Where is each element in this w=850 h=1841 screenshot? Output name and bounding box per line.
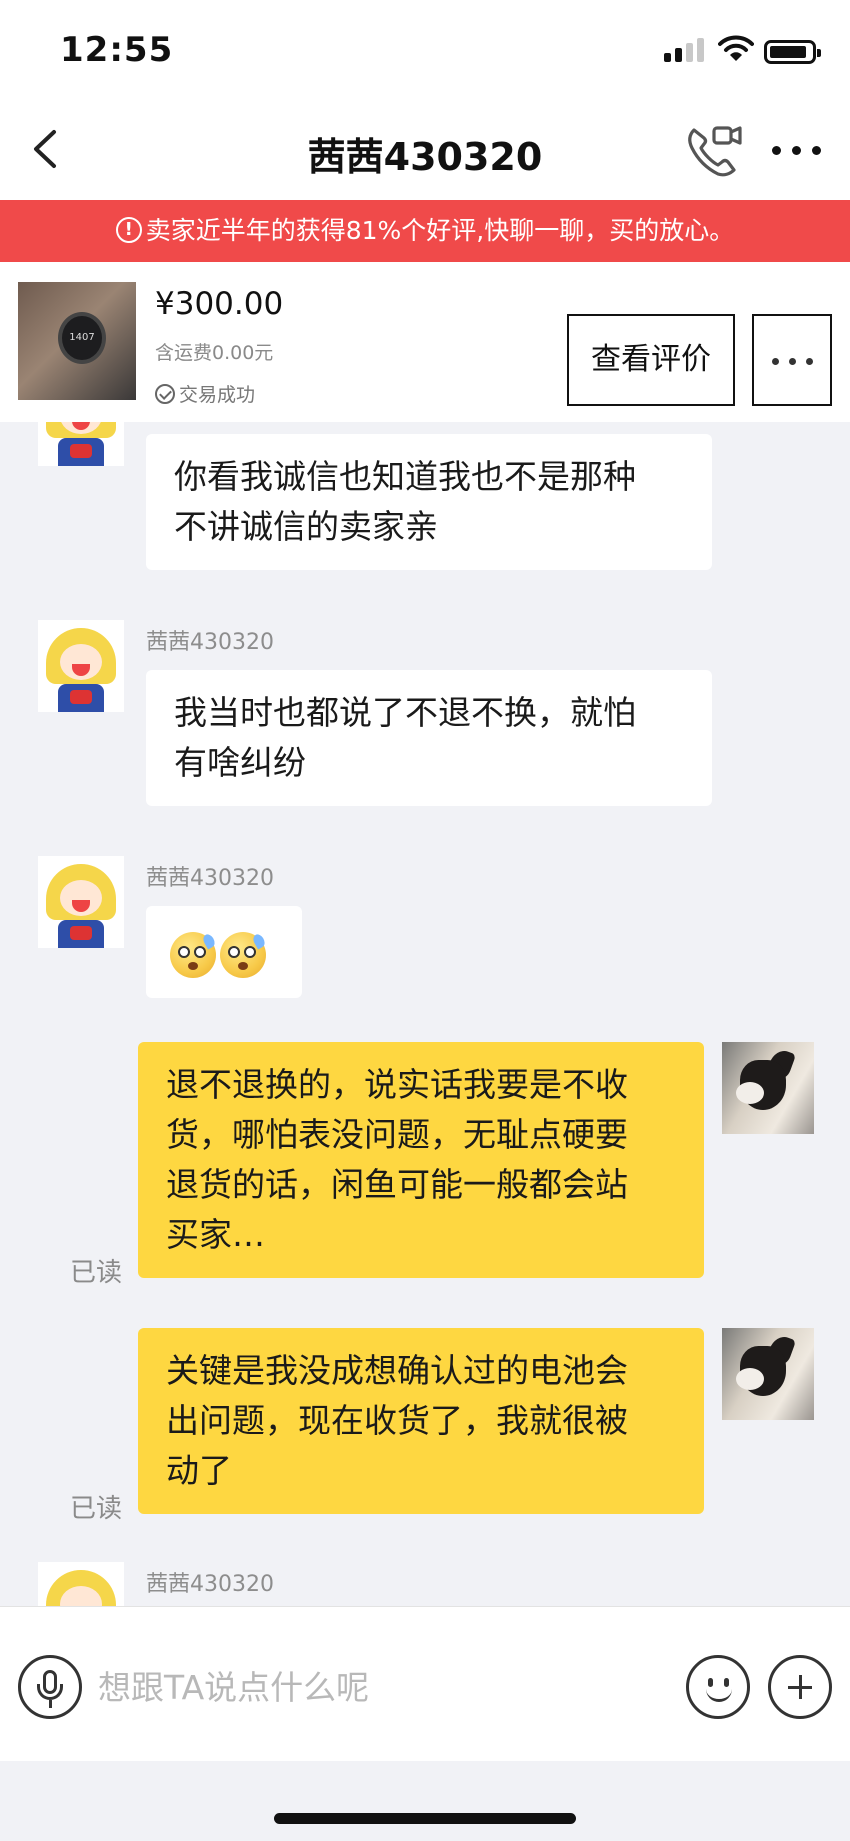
flushed-sweat-emoji-icon xyxy=(220,931,267,978)
message-line: 有啥纠纷 xyxy=(174,743,306,782)
more-icon[interactable] xyxy=(768,132,824,168)
plus-icon[interactable] xyxy=(768,1655,832,1719)
product-shipping: 含运费0.00元 xyxy=(155,342,274,364)
input-bar xyxy=(0,1606,850,1761)
smiley-icon[interactable] xyxy=(686,1655,750,1719)
my-message-bubble[interactable]: 关键是我没成想确认过的电池会 出问题，现在收货了，我就很被 动了 xyxy=(138,1328,704,1514)
my-avatar[interactable] xyxy=(722,1042,814,1134)
seller-avatar[interactable] xyxy=(38,856,124,948)
message-line: 你看我诚信也知道我也不是那种 xyxy=(174,457,636,496)
message-line: 买家… xyxy=(166,1215,265,1254)
message-line: 货，哪怕表没问题，无耻点硬要 xyxy=(166,1115,628,1154)
status-bar: 12:55 xyxy=(0,0,850,102)
read-receipt: 已读 xyxy=(70,1258,123,1288)
watch-face: 1407 xyxy=(58,312,106,364)
microphone-icon[interactable] xyxy=(18,1655,82,1719)
product-card[interactable]: 1407 ¥300.00 含运费0.00元 交易成功 查看评价 xyxy=(0,262,850,422)
message-line: 不讲诚信的卖家亲 xyxy=(174,507,438,546)
check-circle-icon xyxy=(155,383,175,404)
battery-icon xyxy=(764,40,821,64)
cellular-signal-icon xyxy=(664,38,706,62)
product-image[interactable]: 1407 xyxy=(18,282,136,400)
message-line: 出问题，现在收货了，我就很被 xyxy=(166,1401,628,1440)
seller-avatar[interactable] xyxy=(38,422,124,466)
message-input[interactable] xyxy=(98,1659,658,1715)
sender-name: 茜茜430320 xyxy=(146,1572,274,1597)
message-line: 退货的话，闲鱼可能一般都会站 xyxy=(166,1165,628,1204)
sender-name: 茜茜430320 xyxy=(146,866,274,891)
sender-name: 茜茜430320 xyxy=(146,630,274,655)
flushed-sweat-emoji-icon xyxy=(170,931,217,978)
chat-title: 茜茜430320 xyxy=(307,135,543,179)
status-time: 12:55 xyxy=(60,30,174,70)
emoji-message-bubble[interactable] xyxy=(146,906,302,998)
trade-status-label: 交易成功 xyxy=(179,384,256,406)
home-indicator[interactable] xyxy=(274,1813,576,1824)
notice-text: 卖家近半年的获得81%个好评,快聊一聊，买的放心。 xyxy=(145,216,735,245)
my-avatar[interactable] xyxy=(722,1328,814,1420)
message-line: 我当时也都说了不退不换，就怕 xyxy=(174,693,636,732)
seller-avatar[interactable] xyxy=(38,620,124,712)
home-area xyxy=(0,1761,850,1841)
trade-status: 交易成功 xyxy=(155,380,255,407)
chat-message-list[interactable]: 你看我诚信也知道我也不是那种 不讲诚信的卖家亲 茜茜430320 我当时也都说了… xyxy=(0,422,850,1606)
product-price: ¥300.00 xyxy=(155,286,284,322)
nav-bar: 茜茜430320 xyxy=(0,102,850,200)
video-call-icon[interactable] xyxy=(684,120,744,180)
card-more-button[interactable] xyxy=(752,314,832,406)
message-line: 关键是我没成想确认过的电池会 xyxy=(166,1351,628,1390)
message-bubble[interactable]: 我当时也都说了不退不换，就怕 有啥纠纷 xyxy=(146,670,712,806)
message-line: 退不退换的，说实话我要是不收 xyxy=(166,1065,628,1104)
message-line: 动了 xyxy=(166,1451,232,1490)
wifi-icon xyxy=(718,35,754,61)
message-bubble[interactable]: 你看我诚信也知道我也不是那种 不讲诚信的卖家亲 xyxy=(146,434,712,570)
seller-avatar[interactable] xyxy=(38,1562,124,1606)
my-message-bubble[interactable]: 退不退换的，说实话我要是不收 货，哪怕表没问题，无耻点硬要 退货的话，闲鱼可能一… xyxy=(138,1042,704,1278)
view-review-button[interactable]: 查看评价 xyxy=(567,314,735,406)
exclamation-icon: ! xyxy=(115,217,142,243)
back-arrow-icon[interactable] xyxy=(26,124,66,174)
seller-notice-banner: ! 卖家近半年的获得81%个好评,快聊一聊，买的放心。 xyxy=(0,200,850,262)
read-receipt: 已读 xyxy=(70,1494,123,1524)
